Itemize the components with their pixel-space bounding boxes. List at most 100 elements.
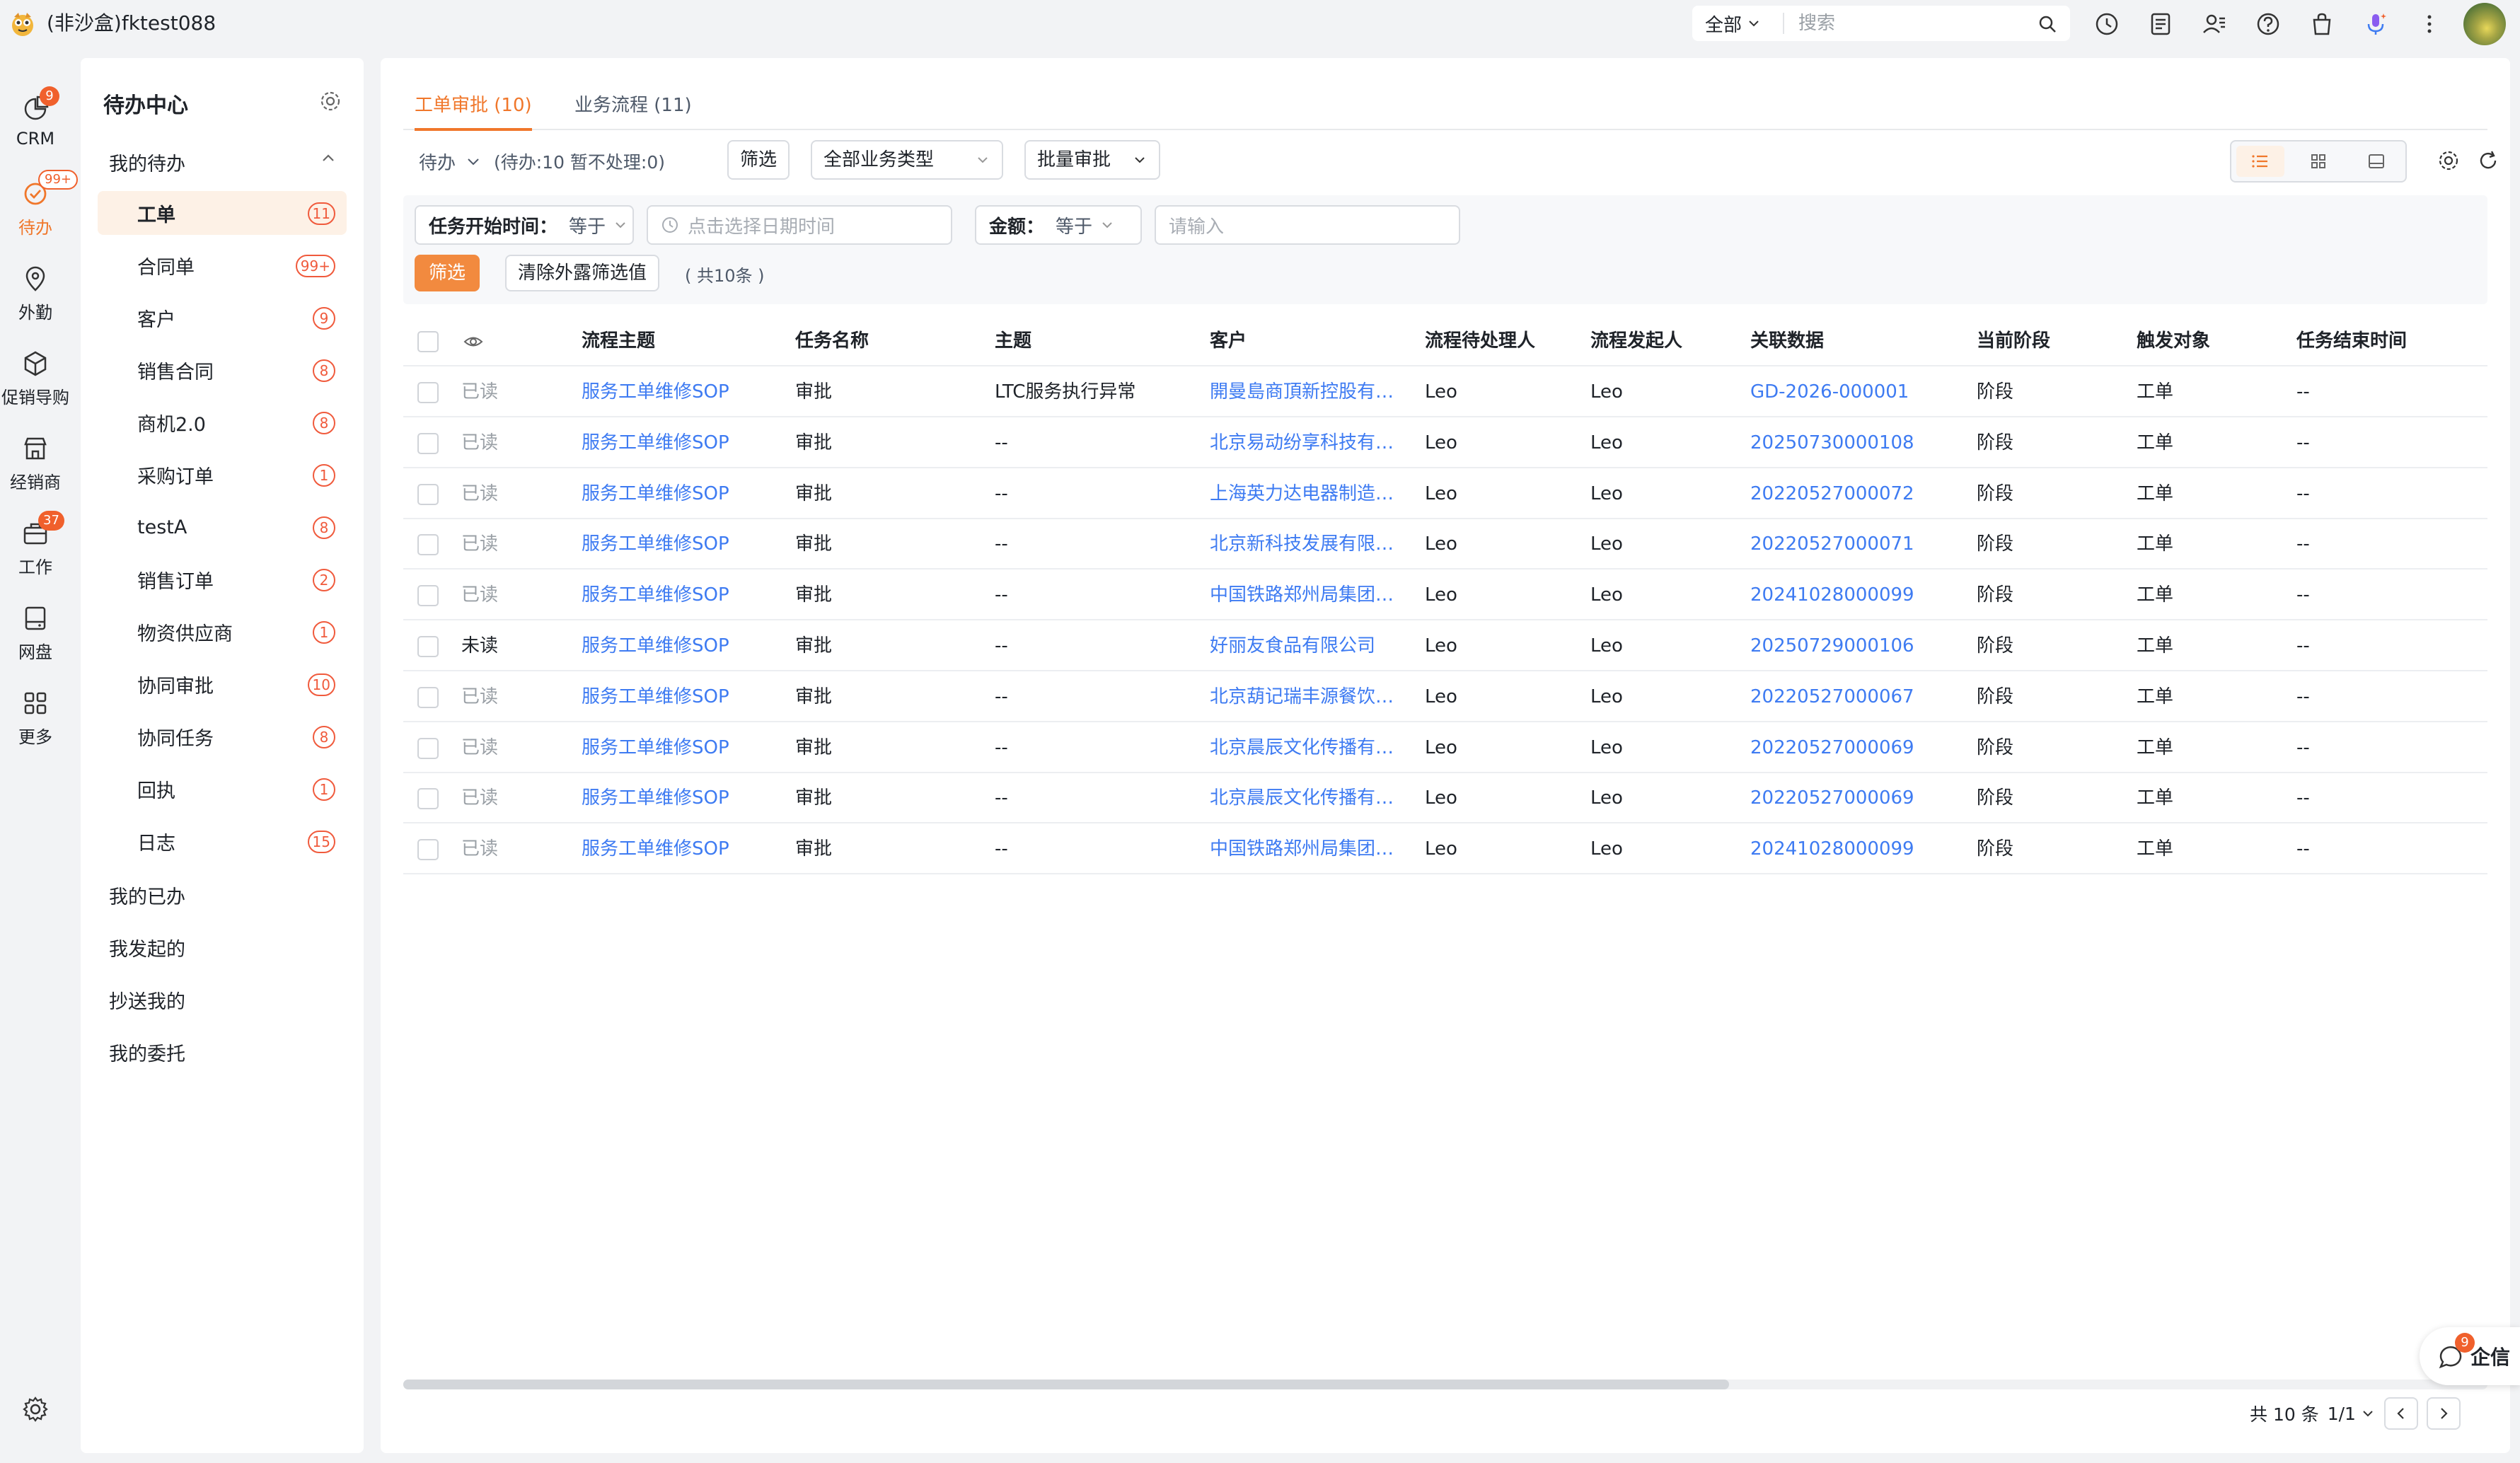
list-view-button[interactable] (2236, 146, 2284, 177)
contacts-icon[interactable] (2200, 10, 2229, 38)
cell-related[interactable]: GD-2026-000001 (1750, 366, 1963, 417)
cell-flow[interactable]: 服务工单维修SOP (582, 519, 780, 569)
column-header[interactable]: 流程待处理人 (1425, 316, 1580, 366)
column-header[interactable]: 主题 (995, 316, 1193, 366)
row-checkbox[interactable] (417, 839, 439, 861)
group-delegated[interactable]: 我的委托 (109, 1039, 185, 1066)
clear-filter-button[interactable]: 清除外露筛选值 (505, 255, 660, 291)
business-type-select[interactable]: 全部业务类型 (811, 140, 1003, 180)
row-checkbox[interactable] (417, 686, 439, 708)
date-picker-input[interactable]: 点击选择日期时间 (647, 205, 952, 245)
rail-item-field[interactable]: 外勤 (0, 263, 71, 341)
cell-customer[interactable]: 中国铁路郑州局集团有限公司 (1210, 569, 1408, 620)
cell-related[interactable]: 20250730000108 (1750, 417, 1963, 468)
row-checkbox[interactable] (417, 534, 439, 556)
side-item-contract[interactable]: 合同单 99+ (98, 243, 347, 287)
app-logo-icon[interactable] (8, 10, 37, 38)
row-checkbox[interactable] (417, 788, 439, 810)
cell-related[interactable]: 20241028000099 (1750, 569, 1963, 620)
cell-customer[interactable]: 北京新科技发展有限公司 (1210, 519, 1408, 569)
cell-customer[interactable]: 開曼島商頂新控股有限公司 (1210, 366, 1408, 417)
help-icon[interactable] (2254, 10, 2282, 38)
split-view-button[interactable] (2352, 146, 2400, 177)
group-done[interactable]: 我的已办 (109, 881, 185, 909)
group-cc[interactable]: 抄送我的 (109, 986, 185, 1014)
amount-filter[interactable]: 金额： 等于 (975, 205, 1142, 245)
apply-filter-button[interactable]: 筛选 (415, 255, 480, 291)
rail-item-dealer[interactable]: 经销商 (0, 433, 71, 511)
side-item-ticket[interactable]: 工单 11 (98, 191, 347, 235)
row-checkbox[interactable] (417, 483, 439, 505)
cell-related[interactable]: 20220527000067 (1750, 671, 1963, 722)
qixin-chat-launcher[interactable]: 企信 9 (2420, 1327, 2520, 1385)
next-page-button[interactable] (2426, 1397, 2461, 1430)
cell-related[interactable]: 20220527000071 (1750, 519, 1963, 569)
group-initiated[interactable]: 我发起的 (109, 934, 185, 961)
row-checkbox[interactable] (417, 382, 439, 403)
side-item-log[interactable]: 日志 15 (98, 819, 347, 863)
column-header[interactable]: 任务名称 (795, 316, 979, 366)
rail-item-more[interactable]: 更多 (0, 688, 71, 765)
cell-flow[interactable]: 服务工单维修SOP (582, 468, 780, 519)
row-checkbox[interactable] (417, 737, 439, 759)
table-row[interactable]: 已读 服务工单维修SOP 审批 -- 中国铁路郑州局集团有限公司 Leo Leo 202410… (403, 823, 2487, 875)
cell-related[interactable]: 20220527000069 (1750, 722, 1963, 773)
column-header[interactable]: 触发对象 (2137, 316, 2285, 366)
search-input[interactable] (1798, 13, 2025, 34)
table-row[interactable]: 已读 服务工单维修SOP 审批 -- 北京葫记瑞丰源餐饮有限公司 Leo Leo 202205… (403, 671, 2487, 722)
side-item-sales-contract[interactable]: 销售合同 8 (98, 348, 347, 392)
rail-item-work[interactable]: 工作 37 (0, 511, 71, 596)
side-item-collab-task[interactable]: 协同任务 8 (98, 715, 347, 758)
search-scope-select[interactable]: 全部 (1692, 13, 1784, 36)
cell-flow[interactable]: 服务工单维修SOP (582, 722, 780, 773)
table-row[interactable]: 未读 服务工单维修SOP 审批 -- 好丽友食品有限公司 Leo Leo 2025072900… (403, 620, 2487, 671)
cell-related[interactable]: 20241028000099 (1750, 823, 1963, 874)
column-header[interactable]: 关联数据 (1750, 316, 1963, 366)
side-item-sales-order[interactable]: 销售订单 2 (98, 557, 347, 601)
column-header[interactable]: 任务结束时间 (2296, 316, 2480, 366)
horizontal-scrollbar[interactable] (403, 1380, 2487, 1389)
cell-flow[interactable]: 服务工单维修SOP (582, 417, 780, 468)
cell-customer[interactable]: 北京晨辰文化传播有限公司 (1210, 773, 1408, 823)
table-row[interactable]: 已读 服务工单维修SOP 审批 -- 北京晨辰文化传播有限公司 Leo Leo 2022052… (403, 773, 2487, 824)
cell-flow[interactable]: 服务工单维修SOP (582, 823, 780, 874)
refresh-icon[interactable] (2476, 149, 2500, 173)
table-row[interactable]: 已读 服务工单维修SOP 审批 -- 北京新科技发展有限公司 Leo Leo 20220527… (403, 519, 2487, 570)
rail-item-promotion[interactable]: 促销导购 (0, 348, 71, 426)
table-row[interactable]: 已读 服务工单维修SOP 审批 -- 中国铁路郑州局集团有限公司 Leo Leo 202410… (403, 569, 2487, 621)
operator-select[interactable]: 等于 (1056, 212, 1115, 238)
operator-select[interactable]: 等于 (569, 212, 628, 238)
side-item-collab-approval[interactable]: 协同审批 10 (98, 662, 347, 706)
table-row[interactable]: 已读 服务工单维修SOP 审批 -- 北京晨辰文化传播有限公司 Leo Leo 2022052… (403, 722, 2487, 773)
table-row[interactable]: 已读 服务工单维修SOP 审批 LTC服务执行异常 開曼島商頂新控股有限公司 Leo Leo… (403, 366, 2487, 417)
shopping-bag-icon[interactable] (2308, 10, 2336, 38)
select-all-checkbox[interactable] (417, 331, 439, 352)
batch-approve-button[interactable]: 批量审批 (1024, 140, 1160, 180)
prev-page-button[interactable] (2383, 1397, 2418, 1430)
column-header[interactable]: 客户 (1210, 316, 1408, 366)
start-time-filter[interactable]: 任务开始时间： 等于 (415, 205, 634, 245)
notes-icon[interactable] (2146, 10, 2175, 38)
cell-customer[interactable]: 中国铁路郑州局集团有限公司 (1210, 823, 1408, 874)
row-checkbox[interactable] (417, 636, 439, 657)
cell-flow[interactable]: 服务工单维修SOP (582, 366, 780, 417)
table-row[interactable]: 已读 服务工单维修SOP 审批 -- 北京易动纷享科技有限公司 Leo Leo 2025073… (403, 417, 2487, 468)
cell-flow[interactable]: 服务工单维修SOP (582, 773, 780, 823)
ai-voice-icon[interactable] (2362, 10, 2390, 38)
column-header[interactable]: 当前阶段 (1977, 316, 2125, 366)
search-icon[interactable] (2038, 14, 2057, 34)
cell-customer[interactable]: 北京易动纷享科技有限公司 (1210, 417, 1408, 468)
status-select[interactable]: 待办 (419, 149, 481, 175)
side-item-purchase-order[interactable]: 采购订单 1 (98, 453, 347, 497)
panel-settings-icon[interactable] (318, 89, 342, 113)
row-checkbox[interactable] (417, 432, 439, 454)
side-item-testa[interactable]: testA 8 (98, 505, 347, 549)
scrollbar-thumb[interactable] (403, 1380, 1729, 1389)
table-row[interactable]: 已读 服务工单维修SOP 审批 -- 上海英力达电器制造有限公司 Leo Leo 202205… (403, 468, 2487, 519)
side-item-opportunity[interactable]: 商机2.0 8 (98, 400, 347, 444)
group-my-todo[interactable]: 我的待办 (109, 149, 185, 176)
card-view-button[interactable] (2294, 146, 2342, 177)
user-avatar[interactable] (2463, 3, 2506, 45)
rail-item-todo[interactable]: 待办 99+ (0, 170, 78, 256)
row-checkbox[interactable] (417, 585, 439, 607)
